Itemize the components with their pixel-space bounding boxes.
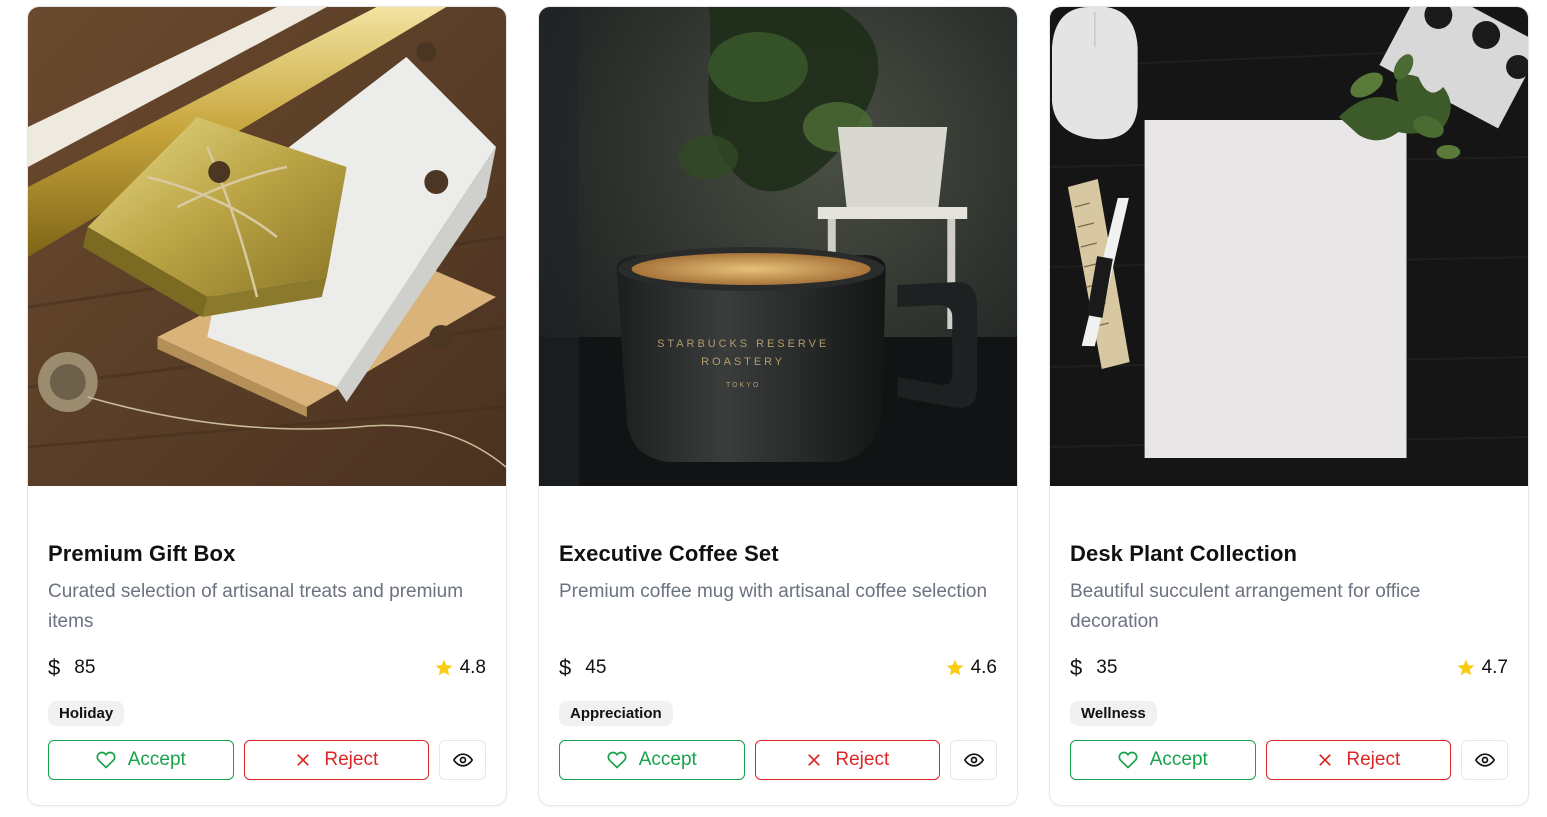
- product-rating: 4.8: [434, 657, 486, 679]
- product-price: $ 85: [48, 655, 95, 681]
- reject-label: Reject: [1346, 749, 1401, 770]
- accept-label: Accept: [1149, 749, 1208, 770]
- product-card: STARBUCKS RESERVE ROASTERY TOKYO Executi…: [538, 6, 1018, 806]
- dollar-sign-icon: $: [559, 655, 572, 680]
- product-description: Curated selection of artisanal treats an…: [48, 581, 464, 632]
- eye-icon: [963, 753, 984, 767]
- reject-button[interactable]: Reject: [243, 740, 430, 780]
- accept-button[interactable]: Accept: [559, 740, 745, 780]
- star-icon: [946, 659, 963, 676]
- x-icon: [1319, 754, 1332, 766]
- view-details-button[interactable]: [439, 740, 486, 780]
- product-image-coffee-mug: STARBUCKS RESERVE ROASTERY TOKYO: [539, 7, 1017, 486]
- accept-label: Accept: [127, 749, 186, 770]
- accept-label: Accept: [638, 749, 697, 770]
- accept-button[interactable]: Accept: [48, 740, 234, 780]
- product-title: Executive Coffee Set: [559, 541, 779, 566]
- product-price: $ 35: [1070, 655, 1117, 681]
- x-icon: [297, 754, 310, 766]
- mug-brand-text: STARBUCKS RESERVE: [657, 338, 829, 350]
- eye-icon: [452, 753, 473, 767]
- star-icon: [1457, 659, 1474, 676]
- product-rating: 4.6: [945, 657, 997, 679]
- category-tag: Wellness: [1070, 701, 1157, 726]
- product-description: Beautiful succulent arrangement for offi…: [1070, 581, 1421, 632]
- product-price: $ 45: [559, 655, 606, 681]
- view-details-button[interactable]: [1461, 740, 1508, 780]
- product-rating: 4.7: [1456, 657, 1508, 679]
- mug-location-text: TOKYO: [726, 382, 760, 389]
- rating-value: 4.7: [1481, 657, 1508, 678]
- reject-label: Reject: [835, 749, 890, 770]
- product-title: Premium Gift Box: [48, 541, 236, 566]
- heart-icon: [96, 751, 116, 769]
- category-tag: Holiday: [48, 701, 125, 726]
- product-image-desk-flatlay: [1050, 7, 1528, 486]
- price-value: 35: [1096, 657, 1118, 678]
- price-value: 45: [585, 657, 607, 678]
- reject-button[interactable]: Reject: [1265, 740, 1452, 780]
- dollar-sign-icon: $: [48, 655, 61, 680]
- reject-button[interactable]: Reject: [754, 740, 941, 780]
- product-card: Premium Gift Box Curated selection of ar…: [27, 6, 507, 806]
- heart-icon: [1118, 751, 1138, 769]
- product-description: Premium coffee mug with artisanal coffee…: [559, 581, 988, 602]
- reject-label: Reject: [324, 749, 379, 770]
- accept-button[interactable]: Accept: [1070, 740, 1256, 780]
- eye-icon: [1474, 753, 1495, 767]
- product-title: Desk Plant Collection: [1070, 541, 1298, 566]
- mug-subtext: ROASTERY: [701, 356, 785, 368]
- view-details-button[interactable]: [950, 740, 997, 780]
- heart-icon: [607, 751, 627, 769]
- category-tag: Appreciation: [559, 701, 673, 726]
- product-card: Desk Plant Collection Beautiful succulen…: [1049, 6, 1529, 806]
- dollar-sign-icon: $: [1070, 655, 1083, 680]
- x-icon: [808, 754, 821, 766]
- product-image-gift-box: [28, 7, 506, 486]
- product-grid: Premium Gift Box Curated selection of ar…: [27, 6, 1529, 806]
- price-value: 85: [74, 657, 96, 678]
- star-icon: [435, 659, 452, 676]
- rating-value: 4.8: [459, 657, 486, 678]
- rating-value: 4.6: [970, 657, 997, 678]
